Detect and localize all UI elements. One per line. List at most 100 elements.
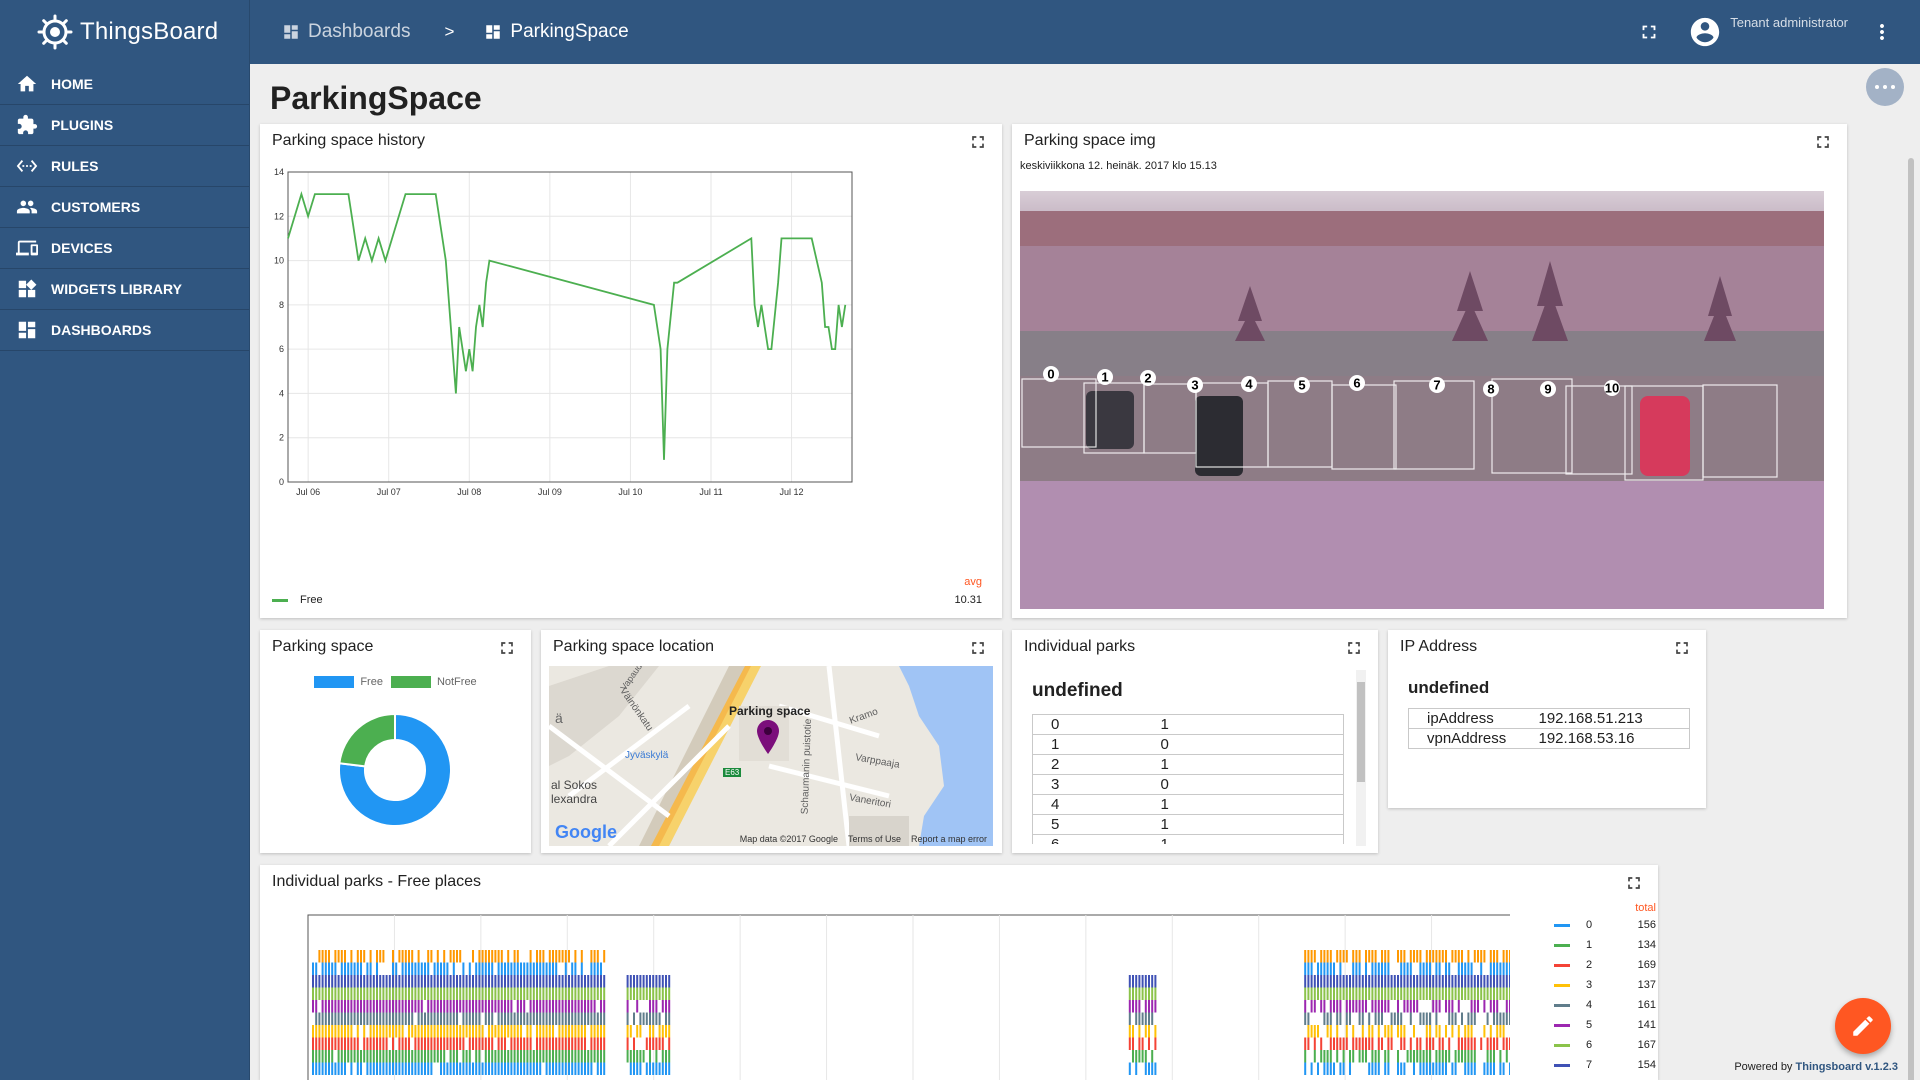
breadcrumb-dashboards[interactable]: Dashboards (282, 21, 410, 43)
bar-segment-series-1 (639, 1050, 642, 1063)
bar-segment-series-2 (577, 1037, 580, 1050)
bar-segment-series-3 (1387, 1025, 1390, 1038)
x-tick-label: Jul 10 (618, 487, 642, 497)
legend-item-series-1[interactable]: 1 134 (1554, 935, 1656, 955)
fullscreen-icon[interactable] (1624, 873, 1644, 893)
bar-segment-series-2 (1371, 1037, 1374, 1050)
bar-segment-series-3 (1371, 1025, 1374, 1038)
fullscreen-icon[interactable] (1813, 132, 1833, 152)
bar-segment-series-6 (1454, 987, 1457, 1000)
page-scrollbar-thumb[interactable] (1908, 158, 1914, 1080)
legend-swatch (1554, 963, 1570, 967)
fullscreen-icon[interactable] (968, 638, 988, 658)
bar-segment-series-7 (408, 975, 410, 988)
bar-segment-series-2 (1320, 1037, 1323, 1050)
bar-segment-series-7 (417, 975, 420, 988)
bar-segment-series-3 (420, 1025, 423, 1038)
legend-item-series-5[interactable]: 5 141 (1554, 1015, 1656, 1035)
bar-segment-series-6 (539, 987, 542, 1000)
sidebar-item-plugins[interactable]: PLUGINS (0, 105, 249, 146)
legend-item-series-2[interactable]: 2 169 (1554, 955, 1656, 975)
bar-segment-series-0 (523, 1062, 526, 1075)
sidebar-item-rules[interactable]: RULES (0, 146, 249, 187)
bar-segment-series-7 (411, 975, 414, 988)
bar-segment-series-6 (513, 987, 516, 1000)
bar-segment-series-0 (574, 1062, 577, 1075)
fullscreen-icon[interactable] (1638, 21, 1660, 43)
scrollbar-thumb[interactable] (1357, 682, 1365, 782)
key-cell: 6 (1032, 834, 1143, 844)
bar-segment-series-0 (587, 1062, 590, 1075)
bar-segment-series-1 (449, 1050, 452, 1063)
map-view[interactable]: Väinönkatu Jyväskylä al Sokos lexandra K… (549, 666, 993, 846)
bar-segment-series-2 (542, 1037, 545, 1050)
sidebar-item-widgets-library[interactable]: WIDGETS LIBRARY (0, 269, 249, 310)
fullscreen-icon[interactable] (1344, 638, 1364, 658)
bar-segment-series-5 (353, 1000, 356, 1013)
bar-segment-top (1413, 950, 1415, 963)
fullscreen-icon[interactable] (968, 132, 988, 152)
thingsboard-version-link[interactable]: Thingsboard v.1.2.3 (1796, 1061, 1899, 1073)
bar-segment-series-2 (1416, 1037, 1419, 1050)
legend-item-series-0[interactable]: 0 156 (1554, 915, 1656, 935)
edit-dashboard-button[interactable] (1835, 998, 1891, 1054)
bar-segment-series-7 (555, 975, 558, 988)
bar-segment-series-0 (1486, 1062, 1489, 1075)
app-logo[interactable]: ThingsBoard (0, 0, 250, 64)
bar-segment-top (564, 950, 567, 963)
bar-segment-top (408, 950, 410, 963)
bar-segment-series-0 (500, 1062, 503, 1075)
bar-segment-series-7 (1483, 975, 1486, 988)
fullscreen-icon[interactable] (497, 638, 517, 658)
sidebar-item-customers[interactable]: CUSTOMERS (0, 187, 249, 228)
bar-segment-series-4 (1451, 1012, 1454, 1025)
bar-segment-top (1509, 962, 1510, 975)
legend-total: 167 (1637, 1039, 1656, 1051)
dashboard-menu-button[interactable] (1866, 68, 1904, 106)
bar-segment-series-7 (449, 975, 452, 988)
bar-segment-series-3 (328, 1025, 330, 1038)
bar-segment-series-1 (318, 1050, 321, 1063)
map-marker-icon[interactable] (757, 720, 779, 754)
bar-segment-series-1 (363, 1050, 366, 1063)
bar-segment-series-6 (1138, 987, 1141, 1000)
legend-item-series-7[interactable]: 7 154 (1554, 1055, 1656, 1075)
chart-legend[interactable]: Free (272, 594, 323, 606)
legend-item-series-4[interactable]: 4 161 (1554, 995, 1656, 1015)
legend-item-free[interactable]: Free (314, 676, 383, 688)
bar-segment-series-2 (1432, 1037, 1435, 1050)
bar-segment-top (344, 950, 346, 963)
bar-segment-series-3 (1148, 1025, 1150, 1038)
terms-link[interactable]: Terms of Use (848, 834, 901, 844)
bar-segment-series-5 (1509, 1000, 1510, 1013)
sidebar-item-home[interactable]: HOME (0, 64, 249, 105)
sidebar-item-devices[interactable]: DEVICES (0, 228, 249, 269)
bar-segment-series-0 (1384, 1062, 1387, 1075)
bar-segment-series-5 (344, 1000, 346, 1013)
bar-segment-series-5 (1406, 1000, 1409, 1013)
bar-segment-series-1 (558, 1050, 561, 1063)
report-map-error-link[interactable]: Report a map error (911, 834, 987, 844)
bar-segment-series-6 (475, 987, 478, 1000)
bar-segment-top (1429, 962, 1431, 975)
bar-segment-series-6 (1403, 987, 1406, 1000)
parks-table-viewport[interactable]: 01102130415161 (1032, 714, 1354, 844)
bar-segment-series-4 (564, 1012, 567, 1025)
bar-segment-top (340, 950, 343, 963)
page-scrollbar[interactable] (1906, 150, 1916, 1080)
bar-segment-series-1 (507, 1050, 510, 1063)
sidebar-item-dashboards[interactable]: DASHBOARDS (0, 310, 249, 351)
bar-segment-series-2 (561, 1037, 564, 1050)
bar-segment-series-4 (658, 1012, 661, 1025)
scrollbar[interactable] (1356, 670, 1366, 846)
bar-segment-series-7 (1336, 975, 1339, 988)
legend-item-series-6[interactable]: 6 167 (1554, 1035, 1656, 1055)
bar-segment-series-1 (340, 1050, 343, 1063)
legend-item-notfree[interactable]: NotFree (390, 676, 477, 688)
legend-item-series-3[interactable]: 3 137 (1554, 975, 1656, 995)
more-vert-icon[interactable] (1870, 20, 1894, 44)
fullscreen-icon[interactable] (1672, 638, 1692, 658)
bar-segment-series-7 (1467, 975, 1470, 988)
bar-segment-series-4 (376, 1012, 378, 1025)
account-circle-icon[interactable] (1688, 15, 1722, 49)
